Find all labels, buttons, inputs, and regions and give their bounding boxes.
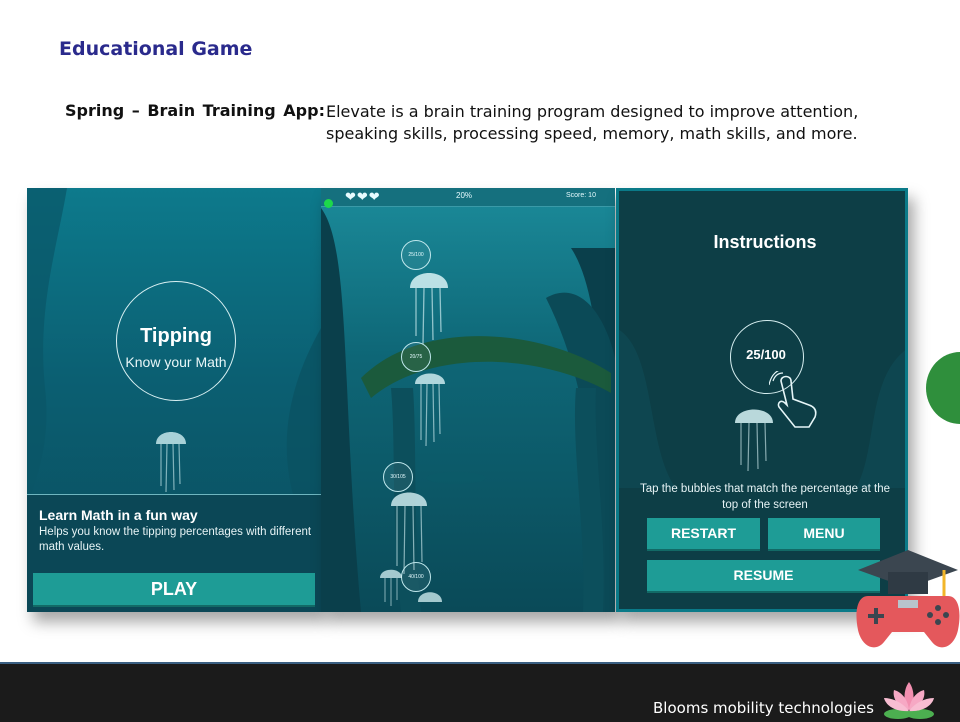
green-accent-circle <box>926 352 960 424</box>
app-description: Elevate is a brain training program desi… <box>326 102 859 143</box>
game-title: Tipping <box>140 325 212 347</box>
score-readout: Score: 10 <box>566 192 596 199</box>
instructions-tip: Tap the bubbles that match the percentag… <box>640 483 890 511</box>
play-button[interactable]: PLAY <box>33 573 315 607</box>
example-fraction: 25/100 <box>746 347 786 362</box>
jellyfish-icon <box>415 373 445 447</box>
jellyfish-icon <box>410 273 448 345</box>
jellyfish-icon <box>418 592 442 602</box>
tap-hand-icon <box>769 371 817 428</box>
info-heading: Learn Math in a fun way <box>39 507 198 523</box>
screenshot-menu-screen: Tipping Know your Math Learn Math in a f… <box>27 188 321 612</box>
footer-bar: Blooms mobility technologies <box>0 662 960 722</box>
screenshot-gameplay-screen: ❤❤❤ 20% Score: 10 25/100 20/75 30/105 40… <box>321 188 615 612</box>
info-footer: Learn Math in a fun way Helps you know t… <box>27 494 321 612</box>
underwater-arch-background <box>321 208 615 612</box>
jellyfish-icon <box>380 569 402 606</box>
menu-button[interactable]: MENU <box>768 518 880 551</box>
jellyfish-icon <box>156 432 186 493</box>
company-name: Blooms mobility technologies <box>653 699 874 717</box>
target-percentage: 20% <box>456 191 473 200</box>
instructions-title: Instructions <box>713 232 817 252</box>
info-body: Helps you know the tipping percentages w… <box>39 526 312 553</box>
restart-button[interactable]: RESTART <box>647 518 760 551</box>
slide-title: Educational Game <box>59 38 253 60</box>
resume-button[interactable]: RESUME <box>647 560 880 593</box>
game-hud: ❤❤❤ 20% Score: 10 <box>321 188 615 207</box>
jellyfish-icon <box>735 409 773 472</box>
game-subtitle: Know your Math <box>125 354 227 370</box>
app-label: Spring – Brain Training App: <box>65 101 325 120</box>
game-controller-graduation-icon <box>856 550 960 648</box>
lives-hearts: ❤❤❤ <box>345 189 381 204</box>
pause-indicator[interactable] <box>324 199 333 208</box>
lotus-logo-icon <box>884 682 934 719</box>
